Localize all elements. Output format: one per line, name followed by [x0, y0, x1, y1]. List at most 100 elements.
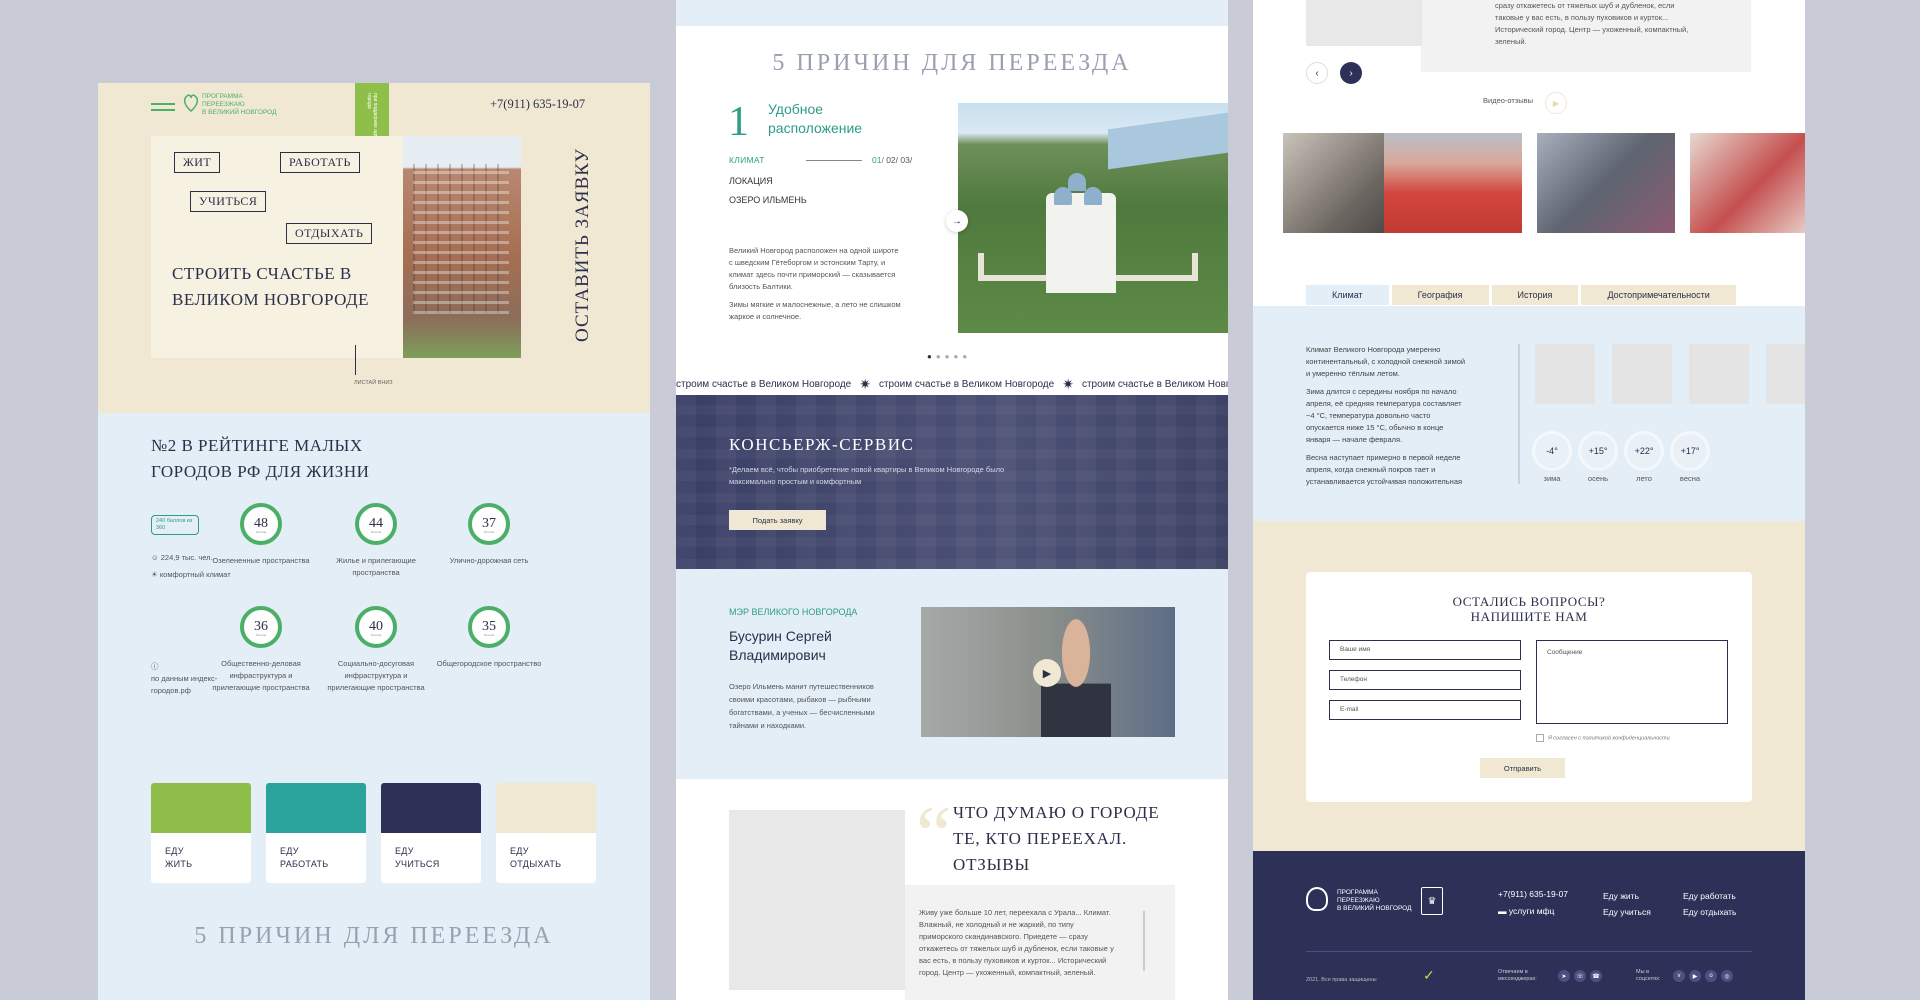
tab-climate[interactable]: КЛИМАТ	[729, 155, 765, 165]
rating-title: №2 В РЕЙТИНГЕ МАЛЫХ ГОРОДОВ РФ ДЛЯ ЖИЗНИ	[151, 436, 370, 481]
sun-icon: ☀	[151, 570, 160, 579]
tag-live[interactable]: ЖИТ	[174, 152, 221, 173]
tab-sights[interactable]: Достопримечательности	[1581, 285, 1736, 305]
temp-spring: +17°	[1673, 434, 1707, 468]
tab-history[interactable]: История	[1491, 285, 1579, 305]
tab-divider	[806, 160, 862, 161]
instagram-icon[interactable]: ◎	[1721, 970, 1733, 982]
scroll-down-label[interactable]: ЛИСТАЙ ВНИЗ	[354, 380, 393, 386]
contact-form: ОСТАЛИСЬ ВОПРОСЫ? НАПИШИТЕ НАМ Ваше имя Т…	[1306, 572, 1752, 802]
slider-dots[interactable]: ●●●●●	[927, 352, 971, 361]
apply-vertical-button[interactable]: ОСТАВИТЬ ЗАЯВКУ	[572, 148, 594, 342]
building-image	[403, 136, 521, 358]
video-reviews-label: Видео-отзывы	[1483, 96, 1534, 105]
apply-button[interactable]: Подать заявку	[729, 510, 826, 530]
logo-text[interactable]: ПРОГРАММА ПЕРЕЕЗЖАЮ В ВЕЛИКИЙ НОВГОРОД	[202, 93, 312, 117]
card-label: ЕДУ ЖИТЬ	[165, 846, 193, 869]
season-label: лето	[1636, 474, 1652, 483]
whatsapp-icon[interactable]: ☏	[1574, 970, 1586, 982]
season-label: осень	[1587, 474, 1609, 483]
tag-study[interactable]: УЧИТЬСЯ	[190, 191, 267, 212]
hero-title: СТРОИТЬ СЧАСТЬЕ В ВЕЛИКОМ НОВГОРОДЕ	[172, 264, 370, 309]
footer-link-live[interactable]: Еду жить	[1603, 891, 1639, 901]
play-icon[interactable]: ▶	[1545, 92, 1567, 114]
privacy-checkbox[interactable]: Я согласен с политикой конфиденциальност…	[1536, 734, 1670, 742]
info-icon: ⓘ	[151, 662, 159, 671]
phone-input[interactable]: Телефон	[1329, 670, 1521, 690]
messengers-label: Отвечаем в мессенджерах:	[1498, 969, 1537, 982]
message-input[interactable]: Сообщение	[1536, 640, 1728, 724]
mayor-section: МЭР ВЕЛИКОГО НОВГОРОДА Бусурин Сергей Вла…	[676, 569, 1228, 779]
landing-panel-home: ПРОГРАММА ПЕРЕЕЗЖАЮ В ВЕЛИКИЙ НОВГОРОД п…	[98, 83, 650, 1000]
logo-icon[interactable]	[182, 91, 200, 113]
tab-geography[interactable]: География	[1391, 285, 1489, 305]
info-tabs: Климат География История Достопримечател…	[1306, 285, 1736, 305]
river-shape	[1108, 112, 1228, 170]
ok-icon[interactable]: o	[1705, 970, 1717, 982]
form-title: ОСТАЛИСЬ ВОПРОСЫ? НАПИШИТЕ НАМ	[1452, 594, 1606, 624]
card-pattern	[496, 783, 596, 833]
next-arrow-icon[interactable]: ›	[1340, 62, 1362, 84]
card-rest[interactable]: ЕДУ ОТДЫХАТЬ	[496, 783, 596, 883]
tag-work[interactable]: РАБОТАТЬ	[280, 152, 360, 173]
review-scrollbar[interactable]	[1143, 911, 1145, 971]
check-icon: ✓	[1423, 967, 1435, 983]
footer-link-study[interactable]: Еду учиться	[1603, 907, 1651, 917]
slide-next-arrow-icon[interactable]: →	[946, 210, 968, 232]
temp-autumn: +15°	[1581, 434, 1615, 468]
card-label: ЕДУ ОТДЫХАТЬ	[510, 846, 562, 869]
youtube-icon[interactable]: ▶	[1689, 970, 1701, 982]
card-label: ЕДУ РАБОТАТЬ	[280, 846, 329, 869]
send-button[interactable]: Отправить	[1480, 758, 1565, 778]
tab-location[interactable]: ЛОКАЦИЯ	[729, 176, 773, 186]
email-input[interactable]: E-mail	[1329, 700, 1521, 720]
footer-phone[interactable]: +7(911) 635-19-07	[1498, 889, 1568, 899]
video-thumb[interactable]	[1690, 133, 1805, 233]
video-thumb[interactable]	[1384, 133, 1522, 233]
logo-icon[interactable]	[1306, 887, 1328, 911]
video-thumb[interactable]	[1537, 133, 1675, 233]
footer-link-rest[interactable]: Еду отдыхать	[1683, 907, 1736, 917]
ring-roads: 37 баллов	[468, 503, 510, 545]
reason-number: 1	[728, 99, 749, 145]
menu-icon[interactable]	[151, 103, 175, 111]
prev-arrow-icon[interactable]: ‹	[1306, 62, 1328, 84]
climate-text: Климат Великого Новгорода умеренно конти…	[1306, 345, 1466, 486]
cathedral-shape	[1046, 193, 1116, 293]
header-phone[interactable]: +7(911) 635-19-07	[490, 97, 585, 112]
city-emblem-icon: ♛	[1421, 887, 1443, 915]
climate-image	[1535, 344, 1595, 404]
checkbox-icon[interactable]	[1536, 734, 1544, 742]
card-live[interactable]: ЕДУ ЖИТЬ	[151, 783, 251, 883]
concierge-title: КОНСЬЕРЖ-СЕРВИС	[729, 435, 915, 454]
vk-icon[interactable]: v	[1673, 970, 1685, 982]
temp-summer: +22°	[1627, 434, 1661, 468]
tag-rest[interactable]: ОТДЫХАТЬ	[286, 223, 373, 244]
play-icon[interactable]: ▶	[1033, 659, 1061, 687]
card-work[interactable]: ЕДУ РАБОТАТЬ	[266, 783, 366, 883]
scroll-line	[355, 345, 356, 375]
card-pattern	[381, 783, 481, 833]
ring-business: 36 баллов	[240, 606, 282, 648]
mfc-link[interactable]: ▬ услуги мфц	[1498, 906, 1554, 916]
reason-description: Великий Новгород расположен на одной шир…	[729, 246, 901, 321]
slide-pager[interactable]: 01/ 02/ 03/	[872, 155, 912, 165]
card-pattern	[151, 783, 251, 833]
concierge-section: КОНСЬЕРЖ-СЕРВИС *Делаем всё, чтобы приоб…	[676, 395, 1228, 569]
mail-icon: ▬	[1498, 906, 1509, 916]
viber-icon[interactable]: ☎	[1590, 970, 1602, 982]
telegram-icon[interactable]: ➤	[1558, 970, 1570, 982]
climate-scrollbar[interactable]	[1518, 344, 1520, 484]
people-icon: ☺	[151, 553, 161, 562]
reason-heading: Удобное расположение	[768, 101, 863, 136]
tab-lake[interactable]: ОЗЕРО ИЛЬМЕНЬ	[729, 195, 807, 205]
tab-climate[interactable]: Климат	[1306, 285, 1389, 305]
mayor-video[interactable]: ▶	[921, 607, 1175, 737]
mayor-text: Озеро Ильмень манит путешественников сво…	[729, 682, 875, 730]
footer-divider	[1306, 951, 1752, 952]
population-stat: ☺ 224,9 тыс. чел.	[151, 553, 213, 562]
card-study[interactable]: ЕДУ УЧИТЬСЯ	[381, 783, 481, 883]
name-input[interactable]: Ваше имя	[1329, 640, 1521, 660]
concierge-text: *Делаем всё, чтобы приобретение новой кв…	[729, 465, 1005, 486]
footer-link-work[interactable]: Еду работать	[1683, 891, 1736, 901]
